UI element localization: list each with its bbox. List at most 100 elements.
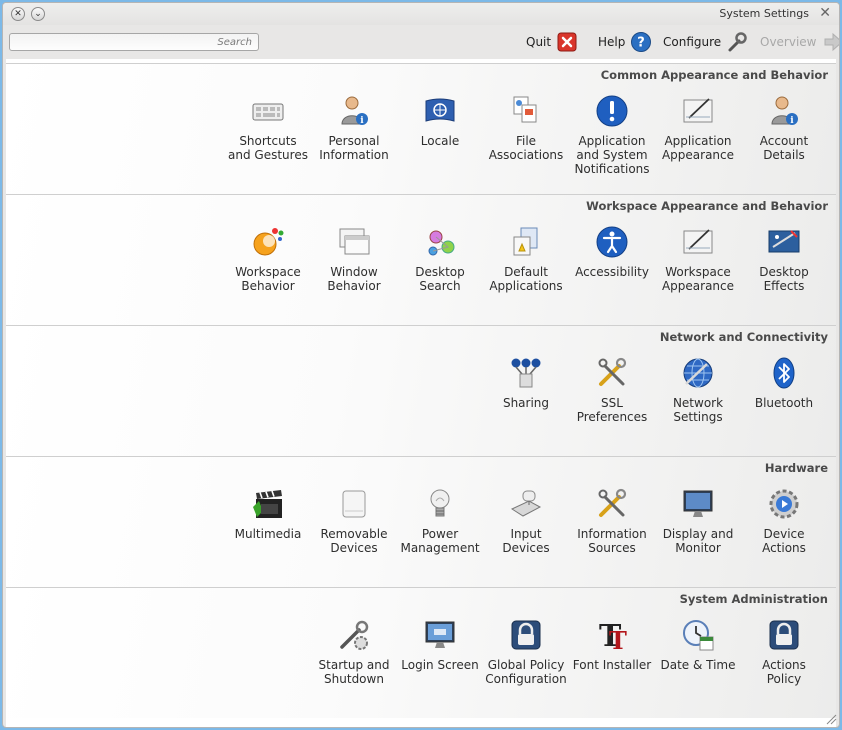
- svg-text:?: ?: [638, 36, 646, 51]
- keyboard-icon: [252, 103, 284, 121]
- module-ssl-preferences[interactable]: SSL Preferences: [569, 356, 655, 424]
- network-globe-icon: [683, 358, 713, 388]
- close-window-button[interactable]: ✕: [11, 7, 25, 21]
- module-default-applications[interactable]: Default Applications: [483, 225, 569, 293]
- module-removable-devices[interactable]: Removable Devices: [311, 487, 397, 555]
- module-label: Multimedia: [234, 527, 302, 541]
- file-types-icon: [513, 96, 537, 123]
- module-accessibility[interactable]: Accessibility: [569, 225, 655, 279]
- module-information-sources[interactable]: Information Sources: [569, 487, 655, 555]
- svg-text:i: i: [790, 116, 794, 126]
- help-label: Help: [598, 35, 626, 49]
- clock-icon: [683, 620, 714, 651]
- module-locale[interactable]: Locale: [397, 94, 483, 148]
- module-label: Application Appearance: [661, 134, 735, 162]
- window-menu-button[interactable]: ⌄: [31, 7, 45, 21]
- help-icon: ?: [631, 32, 652, 52]
- tools-icon: [598, 357, 627, 386]
- resize-grip-icon[interactable]: [825, 713, 837, 725]
- module-label: Global Policy Configuration: [485, 658, 567, 686]
- module-shortcuts[interactable]: Shortcuts and Gestures: [225, 94, 311, 162]
- settings-content: Common Appearance and Behavior Shortcuts…: [6, 59, 836, 727]
- module-label: File Associations: [488, 134, 564, 162]
- module-network-settings[interactable]: Network Settings: [655, 356, 741, 424]
- category-system-administration: System Administration Startup and Shutdo…: [6, 587, 836, 718]
- module-label: Desktop Effects: [759, 265, 809, 293]
- category-title: Workspace Appearance and Behavior: [586, 199, 828, 213]
- help-button[interactable]: Help ?: [598, 31, 652, 53]
- module-label: Application and System Notifications: [574, 134, 650, 176]
- module-device-actions[interactable]: Device Actions: [741, 487, 827, 555]
- svg-text:T: T: [609, 626, 627, 652]
- module-label: Locale: [420, 134, 460, 148]
- search-input[interactable]: [9, 33, 259, 51]
- startup-icon: [340, 620, 369, 650]
- module-desktop-effects[interactable]: Desktop Effects: [741, 225, 827, 293]
- overview-button[interactable]: Overview: [760, 31, 839, 53]
- module-label: Workspace Behavior: [235, 265, 301, 293]
- default-apps-icon: [513, 227, 538, 256]
- desktop-effects-icon: [768, 230, 800, 253]
- font-icon: T T: [599, 619, 627, 652]
- category-title: System Administration: [679, 592, 828, 606]
- module-account-details[interactable]: i Account Details: [741, 94, 827, 162]
- module-input-devices[interactable]: Input Devices: [483, 487, 569, 555]
- module-multimedia[interactable]: Multimedia: [225, 487, 311, 541]
- module-label: Sharing: [502, 396, 550, 410]
- module-power-management[interactable]: Power Management: [397, 487, 483, 555]
- module-workspace-appearance[interactable]: Workspace Appearance: [655, 225, 741, 293]
- policy-lock-icon: [511, 620, 541, 650]
- module-global-policy[interactable]: Global Policy Configuration: [483, 618, 569, 686]
- person-info-icon: i: [341, 96, 368, 126]
- module-bluetooth[interactable]: Bluetooth: [741, 356, 827, 410]
- category-network-connectivity: Network and Connectivity Sharing SSL Pre…: [6, 325, 836, 456]
- module-workspace-behavior[interactable]: Workspace Behavior: [225, 225, 311, 293]
- workspace-icon: [253, 228, 284, 256]
- configure-button[interactable]: Configure: [663, 31, 748, 53]
- module-label: Login Screen: [401, 658, 479, 672]
- desktop-search-icon: [428, 230, 455, 256]
- quit-icon: [557, 32, 577, 52]
- sharing-icon: [511, 358, 541, 388]
- toolbar: Quit Help ? Configure Overview: [3, 25, 839, 59]
- module-file-associations[interactable]: File Associations: [483, 94, 569, 162]
- login-screen-icon: [425, 621, 455, 648]
- window-icon: [339, 228, 370, 255]
- category-hardware: Hardware Multimedia Removable Devices Po…: [6, 456, 836, 587]
- quit-label: Quit: [526, 35, 552, 49]
- module-desktop-search[interactable]: Desktop Search: [397, 225, 483, 293]
- module-label: Input Devices: [502, 527, 550, 555]
- window-title: System Settings: [719, 7, 809, 20]
- appearance-icon: [683, 229, 713, 254]
- module-login-screen[interactable]: Login Screen: [397, 618, 483, 672]
- module-startup-shutdown[interactable]: Startup and Shutdown: [311, 618, 397, 686]
- notification-icon: [596, 95, 628, 127]
- tools-icon: [598, 488, 627, 517]
- policy-lock-icon: [769, 620, 799, 650]
- module-label: Font Installer: [572, 658, 652, 672]
- svg-text:i: i: [360, 116, 364, 126]
- category-title: Common Appearance and Behavior: [600, 68, 828, 82]
- module-label: Removable Devices: [320, 527, 388, 555]
- accessibility-icon: [596, 226, 628, 258]
- module-notifications[interactable]: Application and System Notifications: [569, 94, 655, 176]
- module-display-monitor[interactable]: Display and Monitor: [655, 487, 741, 555]
- module-label: Startup and Shutdown: [318, 658, 390, 686]
- category-title: Hardware: [764, 461, 828, 475]
- module-personal-information[interactable]: i Personal Information: [311, 94, 397, 162]
- module-window-behavior[interactable]: Window Behavior: [311, 225, 397, 293]
- quit-button[interactable]: Quit: [526, 31, 578, 53]
- title-bar: ✕ ⌄ System Settings ✕: [3, 3, 839, 25]
- category-common-appearance: Common Appearance and Behavior Shortcuts…: [6, 63, 836, 194]
- module-label: Default Applications: [489, 265, 563, 293]
- module-font-installer[interactable]: T T Font Installer: [569, 618, 655, 672]
- module-sharing[interactable]: Sharing: [483, 356, 569, 410]
- module-label: Power Management: [400, 527, 480, 555]
- wrench-icon: [728, 32, 747, 52]
- module-actions-policy[interactable]: Actions Policy: [741, 618, 827, 686]
- module-date-time[interactable]: Date & Time: [655, 618, 741, 672]
- pin-icon[interactable]: ✕: [819, 6, 831, 20]
- input-devices-icon: [510, 490, 542, 517]
- arrow-right-icon: [824, 32, 839, 52]
- module-application-appearance[interactable]: Application Appearance: [655, 94, 741, 162]
